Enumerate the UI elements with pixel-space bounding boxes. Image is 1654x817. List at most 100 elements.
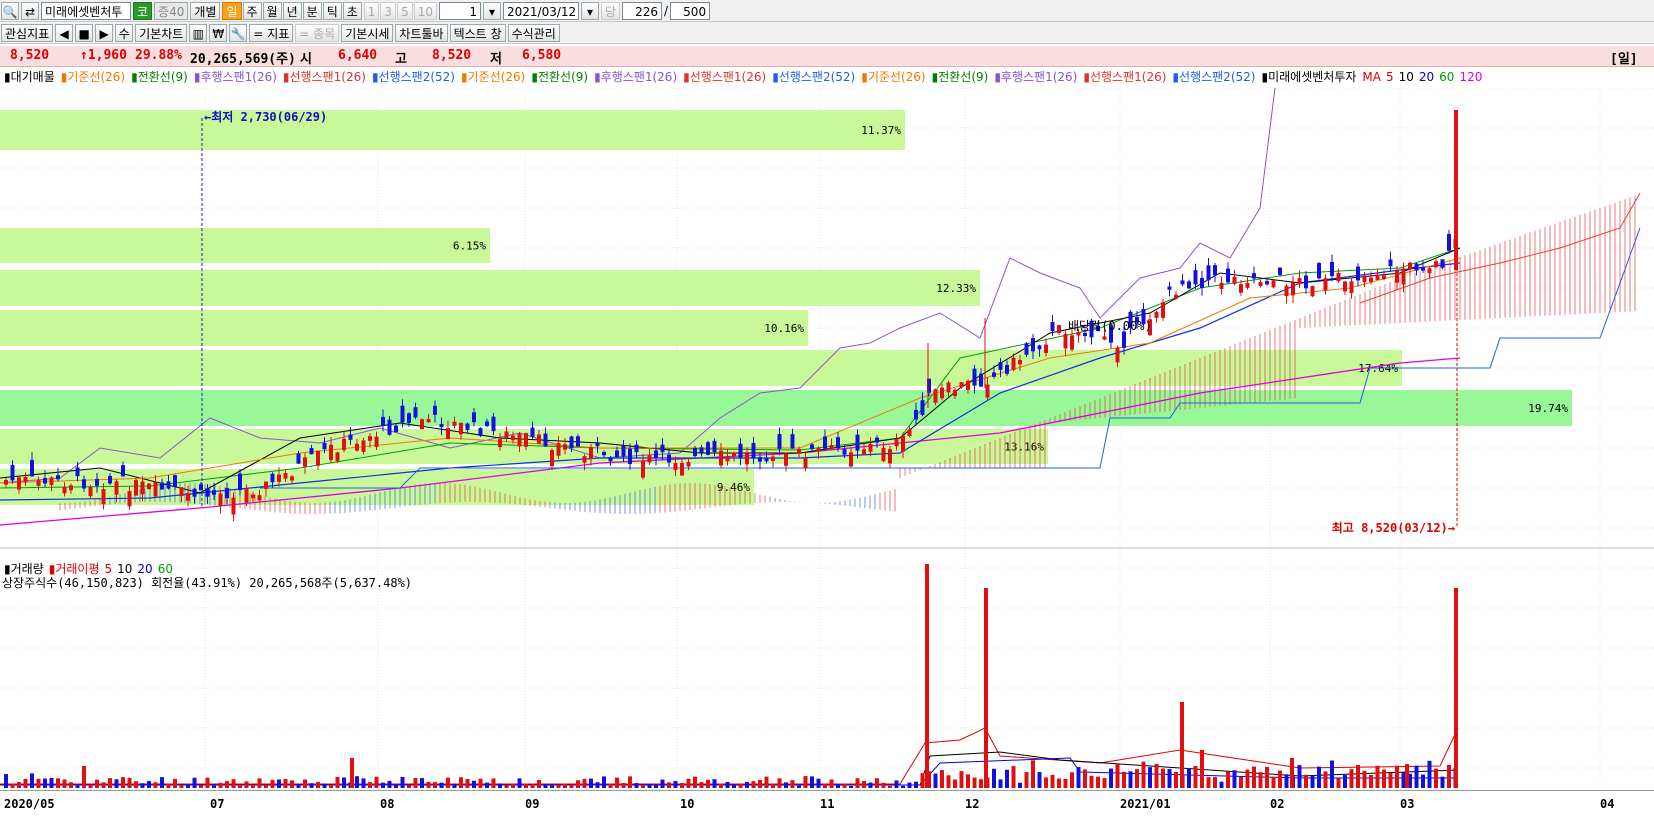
volume-bar [758, 779, 762, 788]
candle-body [303, 457, 307, 467]
volume-bar [244, 781, 249, 788]
period-tab-3[interactable]: 년 [282, 1, 302, 20]
candle-body [719, 450, 723, 466]
volume-bar [264, 785, 268, 788]
stock-name-field[interactable]: 미래에셋벤처투 [41, 1, 131, 20]
lowest-price-label: ←최저 2,730(06/29) [204, 109, 327, 124]
won-icon[interactable]: ₩ [209, 23, 228, 42]
swap-icon[interactable]: ⇄ [21, 1, 39, 20]
interval-button-1[interactable]: 3 [380, 1, 397, 20]
candle-body [264, 481, 268, 489]
volume-bar [1148, 767, 1152, 788]
volume-bar [641, 785, 645, 788]
stock-button[interactable]: = 종목 [295, 23, 340, 42]
volume-bar [1330, 760, 1334, 788]
chart-toolbar-button[interactable]: 차트툴바 [395, 23, 448, 42]
next-icon[interactable]: ▶ [95, 23, 114, 42]
prev-icon[interactable]: ◀ [55, 23, 74, 42]
profile-band-label: 11.37% [861, 124, 901, 137]
candle-body [465, 423, 470, 431]
volume-bar [582, 778, 587, 788]
change-percent: 29.88% [135, 48, 182, 63]
su-button[interactable]: 수 [115, 23, 134, 42]
stop-icon[interactable]: ■ [75, 23, 94, 42]
candle-body [556, 443, 561, 456]
wrench-icon[interactable]: 🔧 [229, 23, 248, 42]
volume-bar [43, 778, 47, 788]
dang-button[interactable]: 당 [600, 1, 621, 20]
volume-bar [894, 780, 899, 788]
candle-body [1291, 282, 1295, 296]
interval-button-0[interactable]: 1 [363, 1, 380, 20]
period-tab-1[interactable]: 주 [242, 1, 262, 20]
volume-bar [322, 783, 327, 788]
date-axis: 2020/05 07 08 09 10 11 12 2021/01 02 03 04 [0, 790, 1654, 817]
basic-chart-button[interactable]: 기본차트 [135, 23, 188, 42]
volume-bar [69, 782, 73, 788]
candle-body [1252, 273, 1256, 279]
candle-body [758, 457, 762, 462]
legend-item: ▮전환선(9) [531, 70, 589, 84]
individual-button[interactable]: 개별 [190, 1, 221, 20]
candle-body [1044, 344, 1048, 353]
period-tab-4[interactable]: 분 [302, 1, 322, 20]
candle-body [914, 409, 918, 420]
volume-bar [1362, 770, 1367, 788]
interval-button-2[interactable]: 5 [397, 1, 413, 20]
basic-quote-button[interactable]: 기본시세 [341, 23, 394, 42]
date-field[interactable]: 2021/03/12 [502, 1, 579, 20]
candle-body [615, 450, 619, 457]
period-tab-6[interactable]: 초 [342, 1, 362, 20]
volume-bar [504, 785, 509, 788]
candle-body [790, 434, 795, 449]
price-chart[interactable]: 11.37%6.15%12.33%10.16%17.64%19.74%13.16… [0, 88, 1654, 790]
period-tab-5[interactable]: 틱 [322, 1, 342, 20]
legend-item: ▮후행스팬1(26) [594, 70, 678, 84]
interval-button-3[interactable]: 10 [413, 1, 437, 20]
candle-body [842, 449, 847, 455]
legend-item: ▮대기매물 [4, 70, 55, 84]
volume-bar [1356, 764, 1360, 788]
candle-body [686, 461, 691, 467]
candle-body [433, 405, 437, 415]
candle-body [608, 457, 613, 462]
market-badge: 코 [133, 1, 153, 20]
chart-type-icon[interactable]: ▥ [189, 23, 208, 42]
volume-bar [1161, 768, 1165, 788]
bar-total-field[interactable]: 500 [670, 1, 711, 20]
text-window-button[interactable]: 텍스트 창 [449, 23, 506, 42]
candle-body [784, 453, 788, 466]
axis-label: 11 [820, 797, 835, 811]
volume-bar [914, 781, 918, 788]
candle-body [953, 389, 957, 397]
volume-bar [550, 785, 554, 788]
bar-count-field[interactable]: 226 [622, 1, 663, 20]
period-tab-2[interactable]: 월 [262, 1, 282, 20]
candle-body [998, 362, 1003, 370]
chevron-down-icon[interactable]: ▾ [482, 1, 501, 20]
candle-body [1388, 259, 1393, 267]
watchlist-button[interactable]: 관심지표 [1, 23, 54, 42]
volume-bar [10, 783, 15, 788]
legend-item: 20 [1418, 70, 1435, 84]
date-dropdown-icon[interactable]: ▾ [580, 1, 599, 20]
volume-bar [23, 778, 28, 788]
volume-bar [634, 783, 639, 788]
count-field[interactable]: 1 [438, 1, 481, 20]
candle-body [1317, 263, 1321, 279]
volume-bar [979, 779, 983, 788]
indicator-button[interactable]: = 지표 [249, 23, 294, 42]
candle-body [1356, 266, 1360, 281]
volume-bar [797, 785, 801, 788]
period-tab-0[interactable]: 일 [222, 1, 242, 20]
formula-manage-button[interactable]: 수식관리 [507, 23, 560, 42]
candle-body [1343, 281, 1347, 292]
volume-bar [270, 779, 275, 788]
candle-body [439, 424, 444, 428]
candle-body [348, 434, 353, 440]
volume-bar [1278, 770, 1282, 788]
volume-bar [387, 780, 392, 788]
search-icon[interactable]: 🔍 [1, 1, 19, 20]
volume-bar [485, 782, 489, 788]
candle-body [550, 450, 554, 467]
